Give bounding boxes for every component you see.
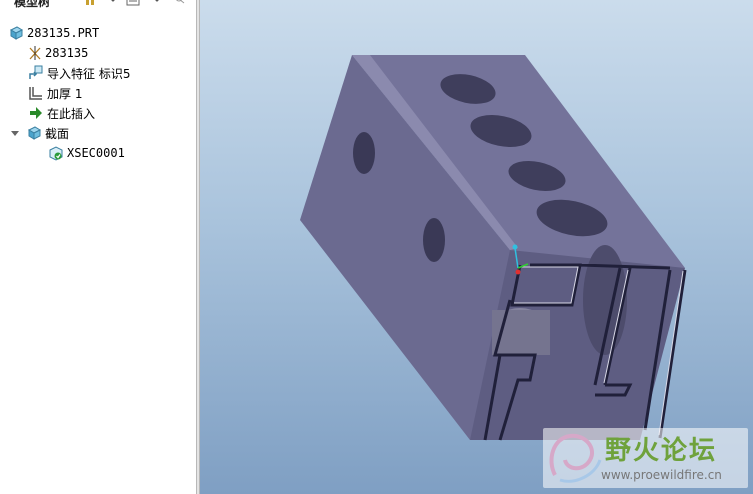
tree-item-section[interactable]: 截面 xyxy=(10,124,69,142)
tree-item-part[interactable]: 283135.PRT xyxy=(8,24,99,42)
hole-side-1 xyxy=(353,132,375,174)
model-3d-view[interactable] xyxy=(200,0,753,494)
tree-item-label: 283135 xyxy=(45,46,89,60)
tree-item-label: 导入特征 标识5 xyxy=(47,66,131,81)
watermark-text: 野火论坛 xyxy=(605,436,718,466)
watermark: 野火论坛 www.proewildfire.cn xyxy=(543,428,748,488)
triad-z-dot xyxy=(515,269,521,275)
model-tree-panel: 模型树 283135.PRT 283135 导入特征 标识5 加厚 1 在此插入… xyxy=(0,0,196,494)
dropdown-arrow-icon[interactable] xyxy=(106,0,120,7)
model-tree-title: 模型树 xyxy=(14,0,51,9)
tree-item-csys[interactable]: 283135 xyxy=(28,44,88,62)
triad-y-dot xyxy=(512,244,518,250)
watermark-logo-icon xyxy=(549,433,602,483)
import-feature-icon xyxy=(29,65,43,79)
tree-item-label: XSEC0001 xyxy=(67,146,125,160)
tree-item-label: 加厚 1 xyxy=(47,86,83,101)
model-tree-toolbar: 模型树 xyxy=(0,0,196,14)
tree-item-xsec[interactable]: XSEC0001 xyxy=(48,144,125,162)
tree-item-label: 283135.PRT xyxy=(27,26,100,40)
xsec-icon xyxy=(49,146,63,161)
watermark-url: www.proewildfire.cn xyxy=(601,468,722,482)
tree-item-thicken[interactable]: 加厚 1 xyxy=(28,84,82,102)
show-columns-icon[interactable] xyxy=(84,0,98,7)
section-folder-icon xyxy=(27,126,42,140)
tree-item-import-feature[interactable]: 导入特征 标识5 xyxy=(28,64,130,82)
settings-list-icon[interactable] xyxy=(126,0,140,7)
part-icon xyxy=(9,26,24,40)
tree-item-insert-here[interactable]: 在此插入 xyxy=(28,104,95,122)
graphics-viewport[interactable]: 野火论坛 www.proewildfire.cn xyxy=(200,0,753,494)
insert-here-arrow-icon xyxy=(30,107,42,119)
tree-item-label: 在此插入 xyxy=(47,106,96,121)
filter-icon[interactable] xyxy=(172,0,186,7)
dropdown-arrow-icon[interactable] xyxy=(150,0,164,7)
tree-item-label: 截面 xyxy=(45,126,70,141)
collapse-triangle-icon[interactable] xyxy=(10,125,22,141)
csys-icon xyxy=(29,46,41,60)
thicken-icon xyxy=(29,87,42,100)
hole-side-2 xyxy=(423,218,445,262)
